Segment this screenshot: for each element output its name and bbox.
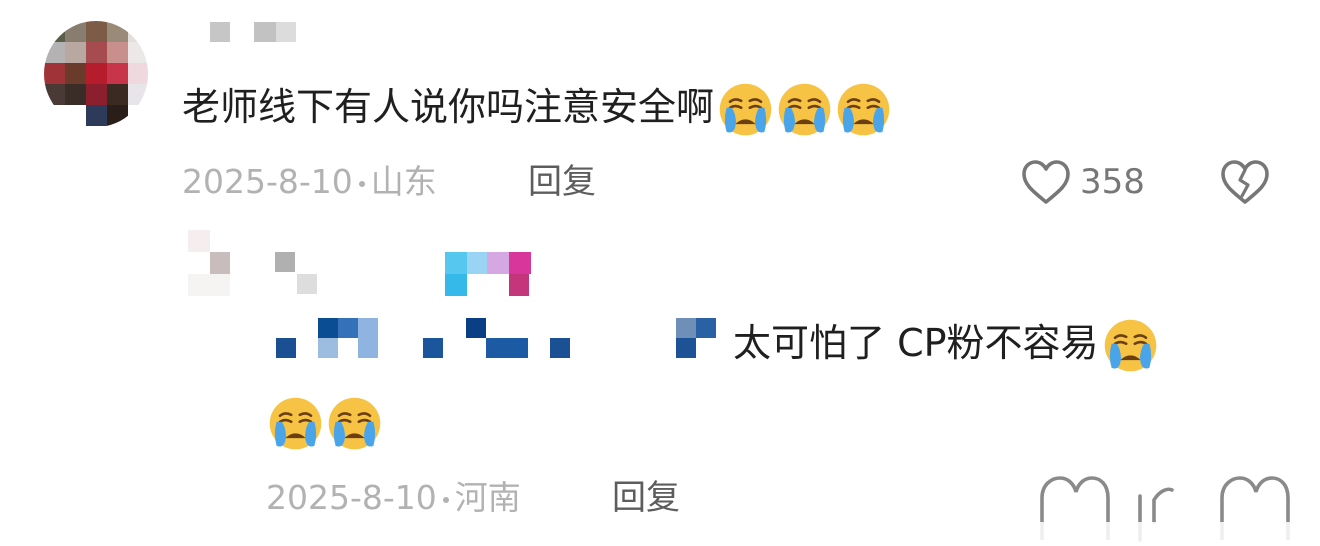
avatar-pixel bbox=[86, 84, 107, 105]
reply-date: 2025-8-10 bbox=[266, 478, 437, 517]
mention-pixel bbox=[318, 318, 338, 338]
reply-text: 太可怕了 CP粉不容易 bbox=[733, 321, 1099, 365]
avatar-pixel bbox=[188, 230, 210, 252]
avatar-pixel bbox=[86, 105, 107, 126]
crying-face-emoji bbox=[327, 396, 382, 451]
name-pixel bbox=[487, 252, 509, 274]
mention-pixel bbox=[550, 338, 570, 358]
mention-pixel bbox=[318, 338, 338, 358]
heart-outline-icon bbox=[1022, 160, 1070, 204]
reply-location: 河南 bbox=[454, 478, 521, 517]
comment-meta: 2025-8-10 山东 bbox=[182, 162, 437, 202]
crying-face-emoji bbox=[836, 82, 891, 137]
reply-reply-button[interactable]: 回复 bbox=[612, 478, 680, 518]
avatar-pixel bbox=[128, 63, 148, 84]
mention-pixel bbox=[486, 338, 528, 358]
avatar-pixel bbox=[128, 84, 148, 105]
avatar-pixel bbox=[107, 42, 128, 63]
mention-pixel bbox=[676, 338, 696, 358]
avatar-pixel bbox=[128, 21, 148, 42]
avatar-pixel bbox=[86, 42, 107, 63]
name-pixel bbox=[445, 274, 467, 296]
like-button[interactable]: 358 bbox=[1020, 158, 1145, 206]
separator-dot bbox=[358, 180, 365, 187]
avatar-pixel bbox=[65, 63, 86, 84]
avatar-pixel bbox=[86, 21, 107, 42]
reply-body: 太可怕了 CP粉不容易 bbox=[733, 316, 1158, 373]
name-pixel bbox=[254, 22, 276, 42]
avatar-pixel bbox=[44, 105, 65, 126]
crying-face-emoji bbox=[718, 82, 773, 137]
crying-face-emoji bbox=[1103, 318, 1158, 373]
avatar-pixel bbox=[188, 274, 230, 296]
mention-pixel bbox=[338, 318, 358, 338]
mention-pixel bbox=[676, 318, 696, 338]
avatar-pixel bbox=[44, 21, 65, 42]
avatar-pixel bbox=[65, 21, 86, 42]
crying-face-emoji bbox=[777, 82, 832, 137]
reply-meta: 2025-8-10 河南 bbox=[266, 478, 521, 518]
mention-pixel bbox=[276, 338, 296, 358]
avatar-pixel bbox=[107, 63, 128, 84]
comment-date: 2025-8-10 bbox=[182, 162, 353, 201]
reply-emoji-line bbox=[268, 396, 382, 451]
avatar-pixel bbox=[44, 84, 65, 105]
dislike-button[interactable] bbox=[1219, 158, 1271, 210]
cut-off-action-icons bbox=[1030, 476, 1320, 546]
mention-pixel bbox=[358, 318, 378, 358]
avatar-pixel bbox=[44, 63, 65, 84]
avatar-pixel bbox=[210, 252, 230, 274]
mention-pixel bbox=[466, 318, 486, 338]
crying-face-emoji bbox=[268, 396, 323, 451]
mention-pixel bbox=[696, 318, 716, 338]
name-pixel bbox=[509, 274, 529, 296]
avatar-pixel bbox=[65, 105, 86, 126]
name-pixel bbox=[210, 22, 230, 42]
avatar-pixel bbox=[44, 42, 65, 63]
avatar-pixel bbox=[86, 63, 107, 84]
avatar-pixel bbox=[107, 105, 128, 126]
name-pixel bbox=[467, 252, 487, 274]
like-count: 358 bbox=[1080, 162, 1145, 202]
name-pixel bbox=[509, 252, 531, 274]
avatar-pixel bbox=[65, 42, 86, 63]
comment-text: 老师线下有人说你吗注意安全啊 bbox=[182, 85, 715, 129]
avatar-pixel bbox=[107, 21, 128, 42]
avatar-pixel bbox=[128, 42, 148, 63]
avatar-pixel bbox=[65, 84, 86, 105]
name-pixel bbox=[445, 252, 467, 274]
avatar-pixel bbox=[128, 105, 148, 126]
comment-body: 老师线下有人说你吗注意安全啊 bbox=[182, 80, 891, 137]
comment-reply-button[interactable]: 回复 bbox=[528, 162, 596, 202]
commenter-avatar[interactable] bbox=[44, 21, 148, 127]
name-pixel bbox=[275, 252, 295, 272]
avatar-pixel bbox=[107, 84, 128, 105]
name-pixel bbox=[276, 22, 296, 42]
separator-dot bbox=[442, 496, 449, 503]
name-pixel bbox=[297, 274, 317, 294]
mention-pixel bbox=[423, 338, 443, 358]
comment-location: 山东 bbox=[370, 162, 437, 201]
broken-heart-icon bbox=[1221, 160, 1269, 204]
